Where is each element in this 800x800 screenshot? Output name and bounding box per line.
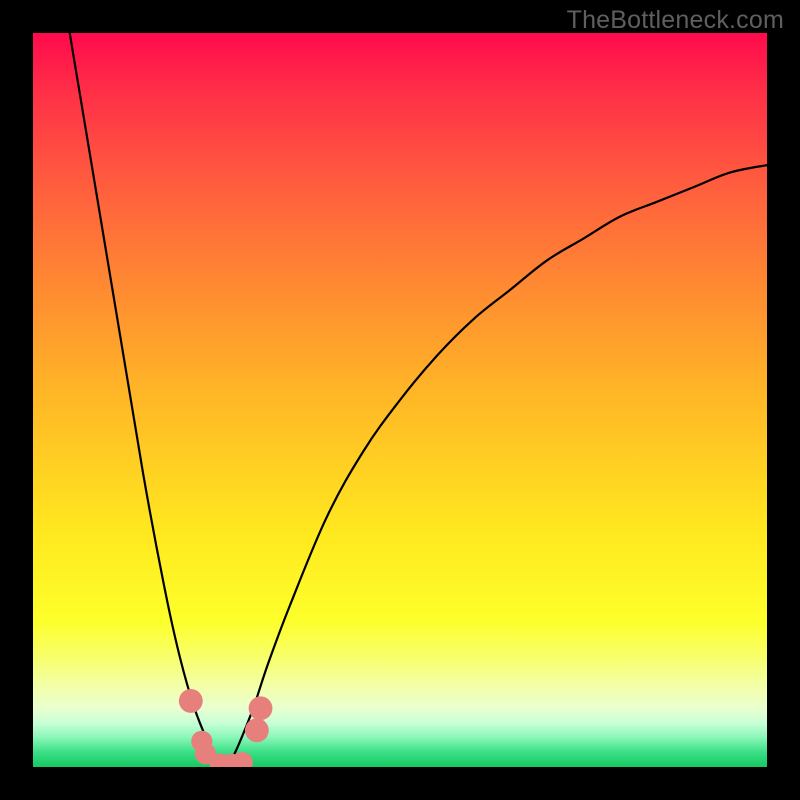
bottleneck-curve — [70, 33, 767, 767]
curve-path — [70, 33, 767, 767]
data-point — [179, 689, 203, 713]
watermark-text: TheBottleneck.com — [567, 6, 784, 35]
data-point — [245, 718, 269, 742]
curve-layer — [33, 33, 767, 767]
plot-area — [33, 33, 767, 767]
chart-frame: TheBottleneck.com — [0, 0, 800, 800]
data-point — [249, 696, 273, 720]
data-markers — [179, 689, 273, 767]
